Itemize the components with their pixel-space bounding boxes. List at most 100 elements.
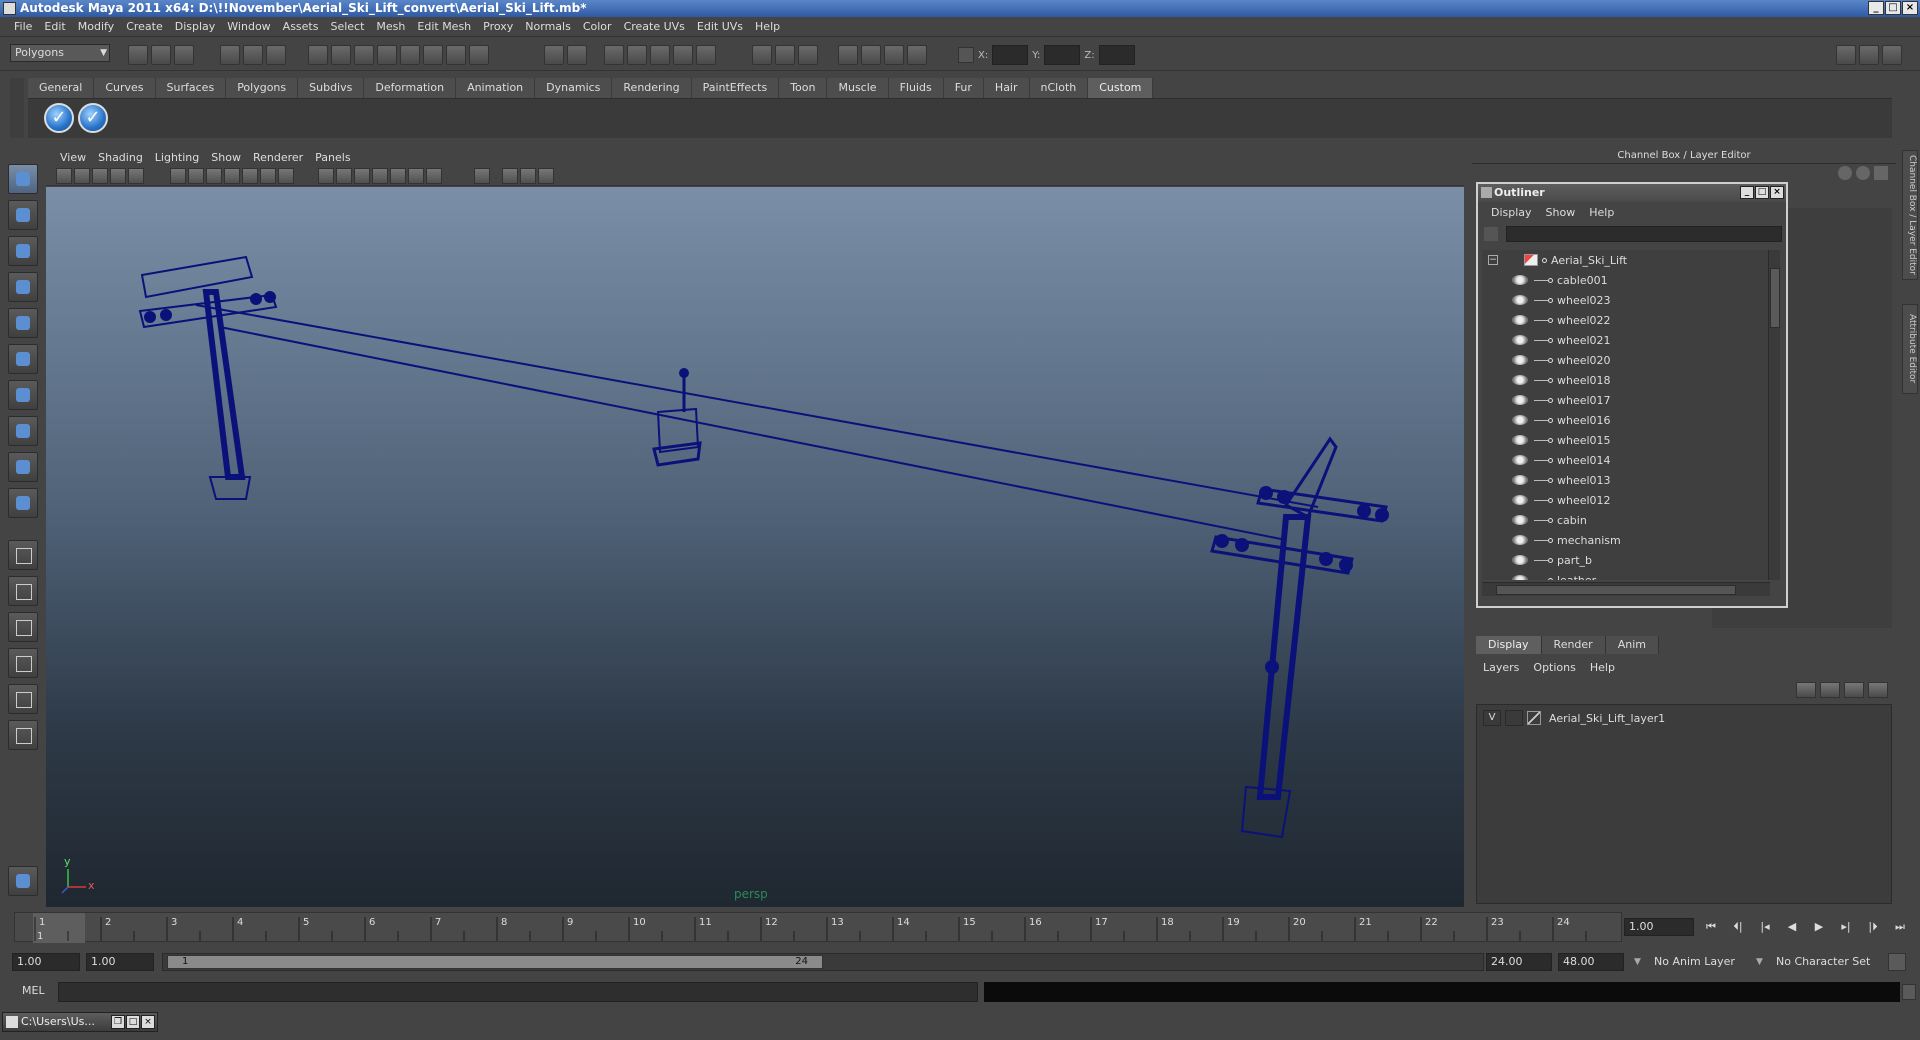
step-forward-key-icon[interactable]: ▸| [1835, 918, 1857, 936]
soft-mod-tool-icon[interactable] [8, 416, 38, 446]
viewport-menu-show[interactable]: Show [205, 151, 247, 164]
toggle-attribute-editor-icon[interactable] [1859, 45, 1879, 65]
outliner-horizontal-scrollbar[interactable] [1482, 582, 1770, 596]
step-forward-frame-icon[interactable]: |⏵ [1862, 918, 1884, 936]
outliner-menu-display[interactable]: Display [1484, 206, 1539, 219]
camera-select-icon[interactable] [56, 168, 72, 184]
use-all-lights-icon[interactable] [390, 168, 406, 184]
menu-assets[interactable]: Assets [277, 20, 325, 33]
toggle-channel-box-icon[interactable] [1836, 45, 1856, 65]
outliner-item[interactable]: mechanism [1482, 530, 1770, 550]
script-editor-icon[interactable] [1902, 984, 1916, 1000]
snap-curve-icon[interactable] [331, 45, 351, 65]
channel-box-vertical-tab[interactable]: Channel Box / Layer Editor [1902, 150, 1918, 280]
smooth-shade-icon[interactable] [336, 168, 352, 184]
camera-attributes-icon[interactable] [74, 168, 90, 184]
shelf-tab-painteffects[interactable]: PaintEffects [691, 78, 780, 98]
outliner-search-input[interactable] [1506, 226, 1782, 242]
layer-display-type-toggle[interactable] [1505, 710, 1523, 726]
menu-help[interactable]: Help [749, 20, 786, 33]
menu-edit-mesh[interactable]: Edit Mesh [411, 20, 477, 33]
outliner-item[interactable]: wheel020 [1482, 350, 1770, 370]
new-scene-icon[interactable] [128, 45, 148, 65]
restore-button[interactable]: ❐ [111, 1015, 125, 1029]
show-attribute-icon[interactable] [775, 45, 795, 65]
menu-window[interactable]: Window [221, 20, 276, 33]
perspective-viewport[interactable]: y x persp [46, 187, 1464, 907]
2d-pan-zoom-icon[interactable] [128, 168, 144, 184]
channel-key-icon[interactable] [1838, 166, 1852, 180]
outliner-item[interactable]: part_b [1482, 550, 1770, 570]
field-chart-icon[interactable] [242, 168, 258, 184]
select-hierarchy-icon[interactable] [220, 45, 240, 65]
menu-mesh[interactable]: Mesh [370, 20, 411, 33]
panel-layout-1-icon[interactable] [838, 45, 858, 65]
persp-graph-layout-icon[interactable] [8, 648, 38, 678]
select-object-icon[interactable] [243, 45, 263, 65]
anim-layer-select[interactable]: ▼ No Anim Layer [1634, 953, 1758, 971]
shelf-tab-curves[interactable]: Curves [94, 78, 156, 98]
minimize-button[interactable]: _ [1868, 1, 1884, 15]
go-to-end-icon[interactable]: ⏭ [1889, 918, 1911, 936]
shelf-tab-custom[interactable]: Custom [1088, 78, 1154, 98]
move-layer-up-icon[interactable] [1796, 682, 1816, 698]
shadows-icon[interactable] [408, 168, 424, 184]
layer-menu-layers[interactable]: Layers [1476, 661, 1526, 674]
shelf-tab-rendering[interactable]: Rendering [612, 78, 692, 98]
outliner-item[interactable]: wheel022 [1482, 310, 1770, 330]
gate-mask-icon[interactable] [224, 168, 240, 184]
toggle-tool-settings-icon[interactable] [1882, 45, 1902, 65]
viewport-menu-shading[interactable]: Shading [92, 151, 149, 164]
move-layer-down-icon[interactable] [1820, 682, 1840, 698]
snap-point-icon[interactable] [354, 45, 374, 65]
menu-select[interactable]: Select [324, 20, 370, 33]
outliner-item[interactable]: wheel021 [1482, 330, 1770, 350]
viewport-menu-view[interactable]: View [54, 151, 92, 164]
rotate-tool-icon[interactable] [8, 308, 38, 338]
hypershade-persp-layout-icon[interactable] [8, 684, 38, 714]
outliner-root-item[interactable]: − Aerial_Ski_Lift [1482, 250, 1770, 270]
minimized-window[interactable]: C:\Users\Us... ❐ □ × [2, 1012, 158, 1032]
shelf-tab-surfaces[interactable]: Surfaces [155, 78, 227, 98]
mel-command-input[interactable] [58, 982, 978, 1002]
bookmark-icon[interactable] [92, 168, 108, 184]
outliner-minimize-button[interactable]: _ [1740, 186, 1754, 199]
render-view-icon[interactable] [696, 45, 716, 65]
shelf-tab-subdivs[interactable]: Subdivs [298, 78, 365, 98]
last-tool-icon[interactable] [8, 488, 38, 518]
outliner-item[interactable]: wheel018 [1482, 370, 1770, 390]
snap-grid-icon[interactable] [308, 45, 328, 65]
render-settings-icon[interactable] [650, 45, 670, 65]
show-tool-icon[interactable] [798, 45, 818, 65]
menu-edit-uvs[interactable]: Edit UVs [691, 20, 749, 33]
z-field[interactable] [1098, 45, 1135, 65]
outliner-item[interactable]: wheel015 [1482, 430, 1770, 450]
menu-color[interactable]: Color [577, 20, 618, 33]
shelf-handle[interactable] [10, 78, 24, 138]
viewport-menu-lighting[interactable]: Lighting [149, 151, 205, 164]
maximize-button[interactable]: □ [1885, 1, 1901, 15]
step-back-key-icon[interactable]: |◂ [1754, 918, 1776, 936]
close-button[interactable]: × [1902, 1, 1918, 15]
auto-key-icon[interactable] [1888, 953, 1906, 971]
lasso-tool-icon[interactable] [8, 200, 38, 230]
attribute-editor-vertical-tab[interactable]: Attribute Editor [1902, 304, 1918, 394]
shelf-tab-muscle[interactable]: Muscle [827, 78, 889, 98]
lock-icon[interactable] [544, 45, 564, 65]
universal-manipulator-icon[interactable] [8, 380, 38, 410]
snap-view-plane-icon[interactable] [377, 45, 397, 65]
resolution-gate-icon[interactable] [206, 168, 222, 184]
channel-pin-icon[interactable] [1874, 166, 1888, 180]
outliner-item[interactable]: wheel012 [1482, 490, 1770, 510]
layer-color-swatch[interactable] [1527, 711, 1541, 725]
new-layer-icon[interactable] [1844, 682, 1864, 698]
transform-field-icon[interactable] [958, 47, 974, 63]
shelf-tab-general[interactable]: General [28, 78, 95, 98]
outliner-item[interactable]: wheel014 [1482, 450, 1770, 470]
move-tool-icon[interactable] [8, 272, 38, 302]
wireframe-icon[interactable] [318, 168, 334, 184]
menu-normals[interactable]: Normals [519, 20, 577, 33]
render-frame-icon[interactable] [604, 45, 624, 65]
scale-tool-icon[interactable] [8, 344, 38, 374]
checkmark-icon[interactable]: ✓ [44, 103, 74, 133]
